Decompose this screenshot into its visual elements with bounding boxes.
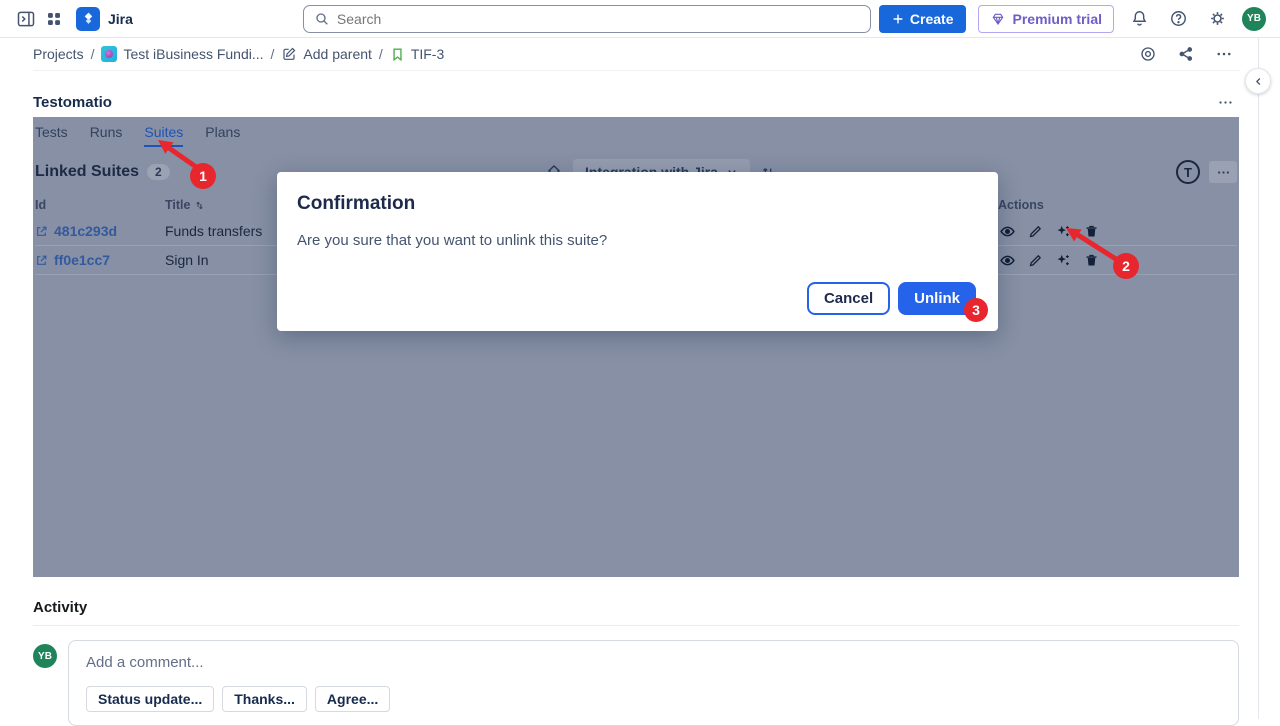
app-name: Jira [108,11,133,27]
testomatio-tabs: Tests Runs Suites Plans [33,117,1239,147]
breadcrumb-issue-key[interactable]: TIF-3 [390,46,444,62]
comment-placeholder: Add a comment... [86,654,1221,671]
edit-icon [281,46,297,62]
right-panel-divider [1258,38,1259,719]
top-navbar: Jira Create Premium trial YB [0,0,1280,38]
quick-reply-status-update[interactable]: Status update... [86,686,214,712]
ai-sparkles-icon[interactable] [1054,222,1072,240]
notifications-bell-icon[interactable] [1125,5,1153,33]
tab-runs[interactable]: Runs [90,124,123,147]
edit-pencil-icon[interactable] [1026,222,1044,240]
tab-plans[interactable]: Plans [205,124,240,147]
cancel-button[interactable]: Cancel [807,282,890,315]
jira-logo-icon[interactable] [76,7,100,31]
search-icon [314,11,330,27]
activity-divider [33,625,1239,626]
sidebar-toggle-icon[interactable] [12,5,40,33]
breadcrumb: Projects / Test iBusiness Fundi... / Add… [33,38,1240,71]
diamond-icon [990,11,1006,27]
testomatio-logo-icon: T [1176,160,1200,184]
modal-title: Confirmation [277,172,998,215]
search-input[interactable] [337,11,860,27]
delete-trash-icon[interactable] [1082,251,1100,269]
external-link-icon [35,254,48,267]
activity-title: Activity [33,599,1239,616]
watch-eye-icon[interactable] [1132,41,1164,67]
testomatio-widget-title: Testomatio [33,94,112,111]
confirmation-modal: Confirmation Are you sure that you want … [277,172,998,331]
collapse-panel-chevron-icon[interactable] [1245,68,1271,94]
bookmark-icon [390,47,405,62]
share-icon[interactable] [1170,41,1202,67]
project-avatar-icon [101,46,117,62]
comment-editor[interactable]: Add a comment... Status update... Thanks… [68,640,1239,726]
plus-icon [891,12,905,26]
column-header-id[interactable]: Id [35,198,165,212]
premium-trial-button[interactable]: Premium trial [978,5,1114,33]
suite-id-link[interactable]: 481c293d [35,223,165,239]
breadcrumb-projects[interactable]: Projects [33,46,84,62]
tab-tests[interactable]: Tests [35,124,68,147]
app-switcher-icon[interactable] [40,5,68,33]
column-sort-icon [194,200,205,211]
suite-id-link[interactable]: ff0e1cc7 [35,252,165,268]
external-link-icon [35,225,48,238]
help-icon[interactable] [1164,5,1192,33]
quick-reply-agree[interactable]: Agree... [315,686,390,712]
more-actions-icon[interactable] [1208,41,1240,67]
unlink-button[interactable]: Unlink [898,282,976,315]
linked-suites-title: Linked Suites [35,163,139,181]
comment-avatar: YB [33,644,57,668]
view-eye-icon[interactable] [998,222,1016,240]
widget-more-icon[interactable] [1211,92,1239,112]
settings-gear-icon[interactable] [1203,5,1231,33]
quick-reply-thanks[interactable]: Thanks... [222,686,307,712]
tab-suites[interactable]: Suites [144,124,183,147]
add-parent-button[interactable]: Add parent [281,46,372,62]
create-button[interactable]: Create [879,5,966,33]
ai-sparkles-icon[interactable] [1054,251,1072,269]
column-header-actions: Actions [998,198,1237,212]
user-avatar[interactable]: YB [1242,7,1266,31]
delete-trash-icon[interactable] [1082,222,1100,240]
panel-more-icon[interactable] [1209,161,1237,183]
breadcrumb-project[interactable]: Test iBusiness Fundi... [101,46,263,62]
edit-pencil-icon[interactable] [1026,251,1044,269]
modal-message: Are you sure that you want to unlink thi… [277,215,998,249]
search-bar[interactable] [303,5,871,33]
view-eye-icon[interactable] [998,251,1016,269]
linked-suites-count-badge: 2 [147,164,170,180]
